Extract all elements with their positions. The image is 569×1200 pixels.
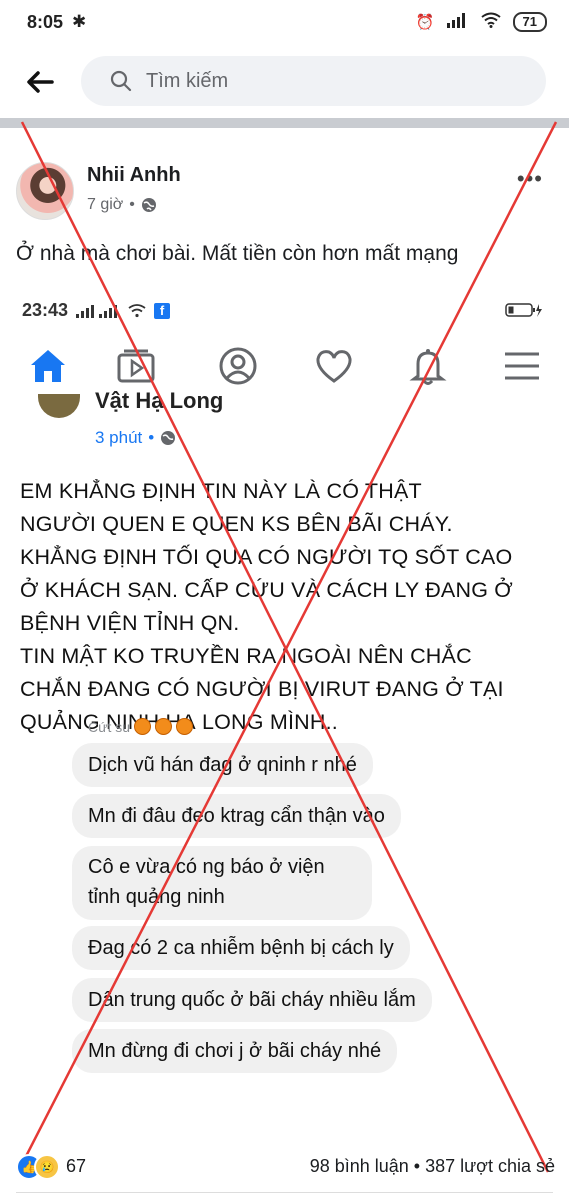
- embedded-status-bar: 23:43 f: [22, 300, 171, 321]
- meta-separator: •: [129, 196, 135, 213]
- comments-shares-count[interactable]: 98 bình luận • 387 lượt chia sẻ: [310, 1156, 555, 1177]
- embedded-post-body: EM KHẲNG ĐỊNH TIN NÀY LÀ CÓ THẬT NGƯỜI Q…: [20, 475, 560, 739]
- status-icons: ⏰ 71: [416, 12, 547, 32]
- reactions-bar: 👍 😢 67 98 bình luận • 387 lượt chia sẻ: [0, 1148, 569, 1184]
- notifications-bell-icon[interactable]: [404, 342, 452, 390]
- embedded-post-meta: 3 phút •: [95, 428, 176, 448]
- body-line: CHẮN ĐANG CÓ NGƯỜI BỊ VIRUT ĐANG Ở TẠI: [20, 677, 504, 701]
- reaction-count[interactable]: 67: [66, 1156, 86, 1177]
- home-icon[interactable]: [24, 342, 72, 390]
- section-divider: [0, 118, 569, 128]
- embedded-screenshot: 23:43 f Vật Hạ Long 3 phút • EM KHẲNG ĐỊ…: [0, 290, 569, 1140]
- chat-sender: Cứt su: [88, 718, 194, 735]
- menu-icon[interactable]: [498, 342, 546, 390]
- pumpkin-emoji-icon: [155, 718, 173, 735]
- body-line: TIN MẬT KO TRUYỀN RA NGOÀI NÊN CHẮC: [20, 644, 472, 668]
- chat-bubble: Mn đừng đi chơi j ở bãi cháy nhé: [72, 1029, 398, 1073]
- sad-reaction-icon: 😢: [34, 1154, 60, 1180]
- chat-bubble: Dịch vũ hán đag ở qninh r nhé: [72, 743, 373, 787]
- globe-icon: [141, 198, 156, 212]
- profile-icon[interactable]: [214, 342, 262, 390]
- post-time[interactable]: 7 giờ: [87, 196, 123, 214]
- chat-bubble: Dân trung quốc ở bãi cháy nhiều lắm: [72, 978, 432, 1022]
- embedded-post-author: Vật Hạ Long: [95, 388, 224, 413]
- chat-bubble: Mn đi đâu đeo ktrag cẩn thận vào: [72, 794, 401, 838]
- top-bar: [0, 44, 569, 118]
- avatar[interactable]: [16, 162, 74, 220]
- more-options-button[interactable]: •••: [517, 166, 543, 192]
- search-box[interactable]: [81, 56, 546, 106]
- pumpkin-emoji-icon: [134, 718, 152, 735]
- wifi-icon: [480, 12, 501, 32]
- back-arrow-icon: [27, 71, 54, 93]
- search-icon: [110, 70, 132, 92]
- divider: [16, 1192, 553, 1193]
- post-meta: 7 giờ •: [87, 196, 157, 214]
- body-line: KHẲNG ĐỊNH TỐI QUA CÓ NGƯỜI TQ SỐT CAO: [20, 545, 513, 569]
- embedded-meta-separator: •: [148, 428, 155, 447]
- embedded-signal-icon: [76, 304, 118, 318]
- bluetooth-icon: ✱: [72, 12, 87, 31]
- embedded-post-time: 3 phút: [95, 428, 143, 447]
- back-button[interactable]: [18, 62, 62, 102]
- chat-bubble: Cô e vừa có ng báo ở viện tỉnh quảng nin…: [72, 846, 372, 920]
- embedded-wifi-icon: [128, 303, 146, 317]
- status-time: 8:05: [27, 12, 64, 32]
- search-input[interactable]: [146, 56, 506, 106]
- body-line: BỆNH VIỆN TỈNH QN.: [20, 611, 240, 635]
- signal-icon: [446, 12, 469, 32]
- dating-heart-icon[interactable]: [310, 342, 358, 390]
- post-author[interactable]: Nhii Anhh: [87, 164, 181, 187]
- embedded-globe-icon: [161, 431, 176, 445]
- body-line: Ở KHÁCH SẠN. CẤP CỨU VÀ CÁCH LY ĐANG Ở: [20, 578, 513, 602]
- watch-icon[interactable]: [112, 342, 160, 390]
- status-bar: 8:05 ✱ ⏰ 71: [0, 0, 569, 44]
- embedded-nav-bar: [0, 334, 569, 396]
- embedded-battery-icon: [505, 302, 543, 318]
- post-text: Ở nhà mà chơi bài. Mất tiền còn hơn mất …: [16, 242, 459, 265]
- battery-indicator: 71: [512, 12, 547, 32]
- facebook-notification-icon: f: [154, 302, 171, 319]
- chat-sender-name: Cứt su: [88, 718, 131, 735]
- embedded-time: 23:43: [22, 300, 69, 320]
- pumpkin-emoji-icon: [176, 718, 194, 735]
- embedded-avatar: [38, 394, 80, 418]
- body-line: EM KHẲNG ĐỊNH TIN NÀY LÀ CÓ THẬT: [20, 479, 422, 503]
- alarm-icon: ⏰: [415, 14, 435, 31]
- chat-bubble: Đag có 2 ca nhiễm bệnh bị cách ly: [72, 926, 410, 970]
- body-line: NGƯỜI QUEN E QUEN KS BÊN BÃI CHÁY.: [20, 512, 453, 536]
